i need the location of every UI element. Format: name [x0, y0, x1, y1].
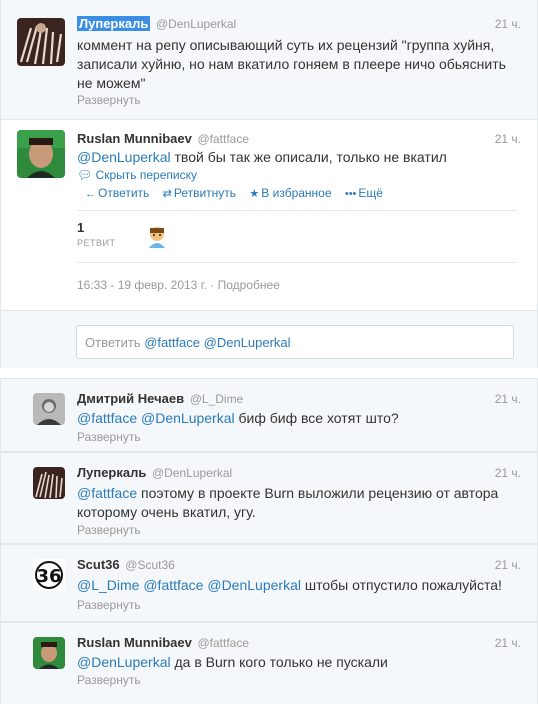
reply-placeholder: Ответить [85, 335, 145, 350]
retweet-button[interactable]: ⇄ Ретвитнуть [163, 186, 236, 200]
hide-conversation-link[interactable]: 💬︎ Скрыть переписку [77, 168, 197, 182]
tweet-actions: ← Ответить ⇄ Ретвитнуть ★ В избранное ••• Ещ… [85, 186, 393, 200]
tweet-text: @fattface поэтому в проекте Burn выложил… [77, 484, 498, 522]
tweet-text: @fattface @DenLuperkal биф биф все хотят… [77, 409, 399, 428]
mention-link[interactable]: @DenLuperkal [77, 654, 171, 670]
expand-link[interactable]: Развернуть [77, 523, 141, 537]
tweet-text-line: которому очень вкатил, угу. [77, 504, 256, 520]
expand-link[interactable]: Развернуть [77, 673, 141, 687]
tweet-text-line: не можем" [77, 75, 146, 91]
tweet-text: @L_Dime @fattface @DenLuperkal штобы отп… [77, 576, 502, 595]
retweet-count: 1 [77, 220, 85, 235]
author-name[interactable]: Ruslan Munnibaev [77, 131, 192, 146]
author-username[interactable]: @DenLuperkal [152, 466, 232, 480]
more-label: Ещё [358, 186, 383, 200]
author-name[interactable]: Дмитрий Нечаев [77, 391, 184, 406]
reply-tweet[interactable]: 36 Scut36 @Scut36 21 ч. @L_Dime @fattfac… [0, 544, 538, 622]
mention-link[interactable]: @fattface @DenLuperkal [77, 410, 235, 426]
reply-arrow-icon: ← [85, 188, 96, 200]
author-name[interactable]: Ruslan Munnibaev [77, 635, 192, 650]
mention-link[interactable]: @L_Dime @fattface @DenLuperkal [77, 577, 301, 593]
avatar[interactable] [33, 393, 65, 425]
more-dots-icon: ••• [344, 188, 357, 200]
reply-label: Ответить [98, 186, 150, 200]
mention-link[interactable]: @DenLuperkal [77, 149, 171, 165]
tweet-text: коммент на репу описывающий суть их реце… [77, 36, 506, 93]
reply-mentions: @fattface @DenLuperkal [144, 335, 291, 350]
expand-link[interactable]: Развернуть [77, 430, 141, 444]
expand-link[interactable]: Развернуть [77, 93, 141, 107]
avatar[interactable] [17, 18, 65, 66]
author-name[interactable]: Луперкаль [77, 465, 146, 480]
author-username[interactable]: @DenLuperkal [156, 17, 236, 31]
tweet-time[interactable]: 21 ч. [495, 558, 521, 572]
tweet-time[interactable]: 21 ч. [495, 132, 521, 146]
tweet-time[interactable]: 21 ч. [495, 466, 521, 480]
avatar[interactable] [33, 467, 65, 499]
more-button[interactable]: ••• Ещё [345, 186, 383, 200]
retweeter-avatar[interactable] [145, 224, 169, 248]
tweet-text: @DenLuperkal да в Burn кого только не пу… [77, 653, 388, 672]
tweet-body: биф биф все хотят што? [234, 410, 399, 426]
tweet-body: поэтому в проекте Burn выложили рецензию… [137, 485, 499, 501]
tweet-text: @DenLuperkal твой бы так же описали, тол… [77, 148, 447, 167]
favorite-label: В избранное [261, 186, 332, 200]
retweet-icon: ⇄ [162, 188, 172, 200]
tweet-body: штобы отпустило пожалуйста! [300, 577, 502, 593]
tweet-time[interactable]: 21 ч. [495, 392, 521, 406]
avatar[interactable] [17, 130, 65, 178]
author-username[interactable]: @Scut36 [125, 558, 175, 572]
author-name[interactable]: Scut36 [77, 557, 120, 572]
expanded-tweet: Ruslan Munnibaev @fattface 21 ч. @DenLup… [0, 120, 538, 368]
avatar[interactable] [33, 637, 65, 669]
reply-box: Ответить @fattface @DenLuperkal [1, 310, 537, 368]
reply-button[interactable]: ← Ответить [85, 186, 149, 200]
author-username[interactable]: @L_Dime [190, 392, 244, 406]
author-name[interactable]: Луперкаль [77, 16, 151, 31]
reply-tweet[interactable]: Дмитрий Нечаев @L_Dime 21 ч. @fattface @… [0, 378, 538, 452]
mention-link[interactable]: @fattface [77, 485, 137, 501]
retweet-label: Ретвитнуть [173, 186, 237, 200]
reply-tweet[interactable]: Ruslan Munnibaev @fattface 21 ч. @DenLup… [0, 622, 538, 704]
author-username[interactable]: @fattface [197, 132, 249, 146]
tweet-meta: 16:33 - 19 февр. 2013 г. · Подробнее [77, 278, 280, 292]
hide-conversation-label: Скрыть переписку [95, 168, 197, 182]
expand-link[interactable]: Развернуть [77, 598, 141, 612]
tweet-timestamp[interactable]: 16:33 - 19 февр. 2013 г. [77, 278, 207, 292]
divider [77, 262, 517, 263]
tweet-time[interactable]: 21 ч. [495, 636, 521, 650]
avatar[interactable]: 36 [33, 559, 65, 591]
tweet-text-line: записали хуйню, но нам вкатило гоняем в … [77, 56, 506, 72]
retweet-stats[interactable]: 1 РЕТВИТ [77, 220, 115, 248]
tweet-luperkal[interactable]: Луперкаль @DenLuperkal 21 ч. коммент на … [0, 0, 538, 120]
tweet-body: да в Burn кого только не пускали [170, 654, 388, 670]
divider [77, 210, 517, 211]
speech-bubble-icon: 💬︎ [77, 168, 93, 182]
retweet-label-stat: РЕТВИТ [77, 238, 116, 248]
details-link[interactable]: Подробнее [218, 278, 280, 292]
author-username[interactable]: @fattface [197, 636, 249, 650]
star-icon: ★ [249, 188, 260, 200]
reply-input[interactable]: Ответить @fattface @DenLuperkal [76, 325, 514, 359]
favorite-button[interactable]: ★ В избранное [249, 186, 331, 200]
tweet-body: твой бы так же описали, только не вкатил [170, 149, 447, 165]
reply-tweet[interactable]: Луперкаль @DenLuperkal 21 ч. @fattface п… [0, 452, 538, 544]
tweet-text-line: коммент на репу описывающий суть их реце… [77, 37, 495, 53]
tweet-time[interactable]: 21 ч. [495, 17, 521, 31]
meta-separator: · [210, 278, 218, 292]
